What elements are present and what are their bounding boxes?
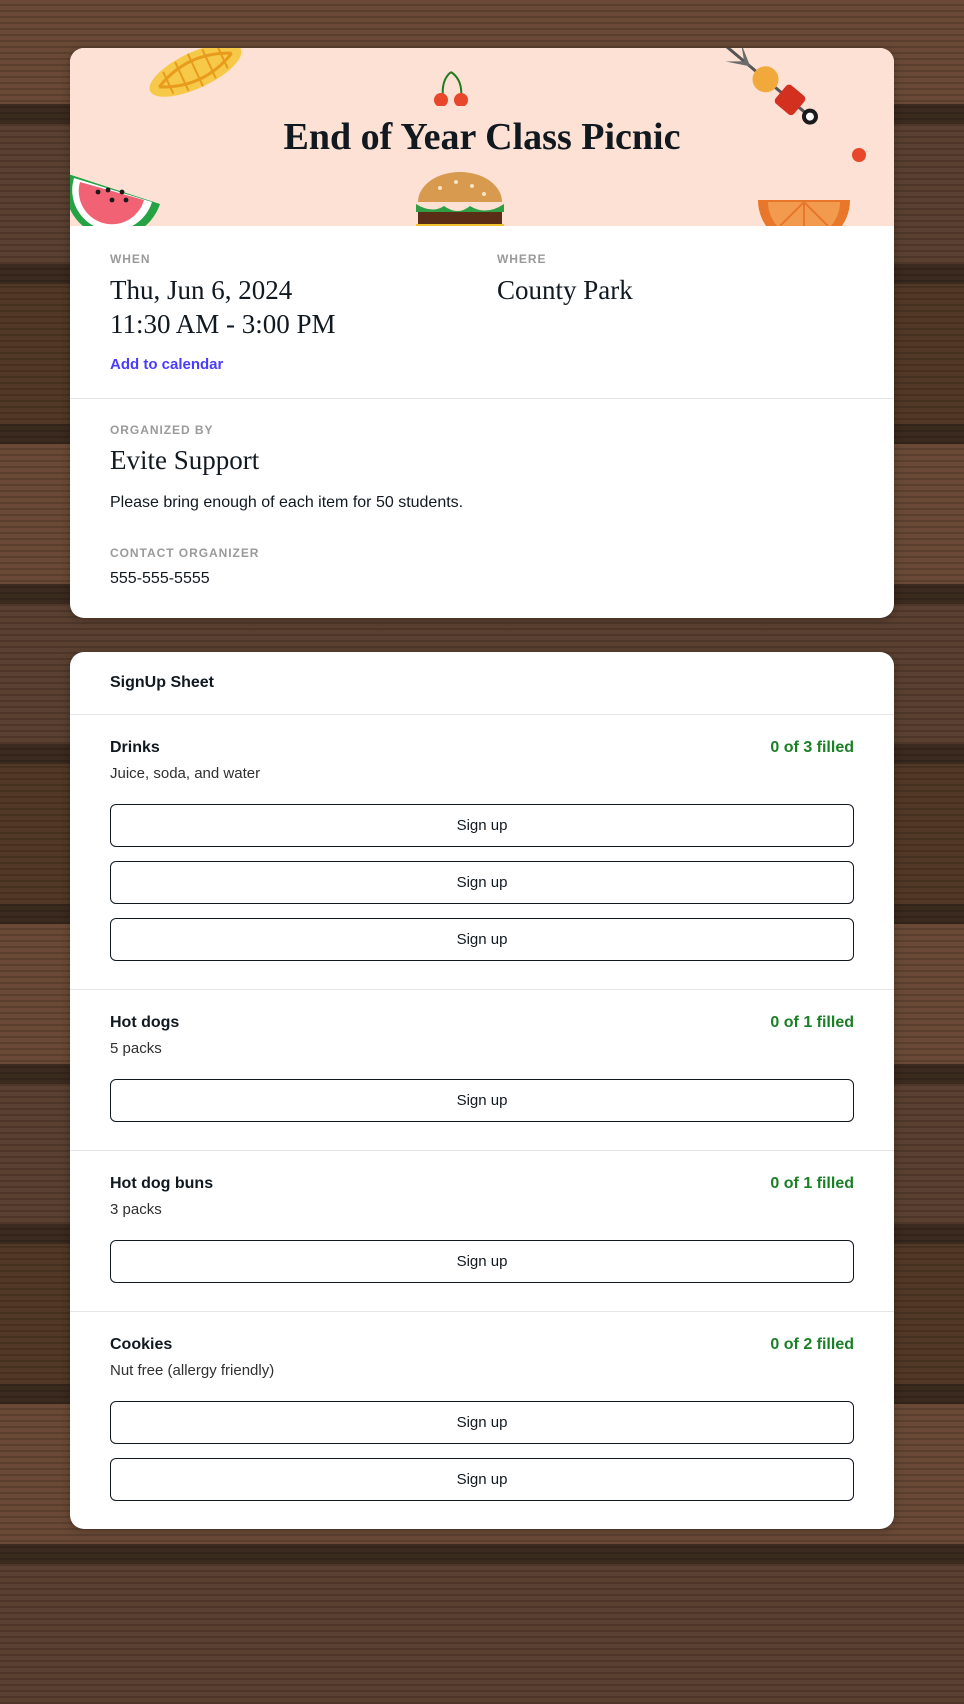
signup-items-container: Drinks 0 of 3 filled Juice, soda, and wate… [70,715,894,1529]
signup-item-fill-status: 0 of 2 filled [770,1336,854,1354]
signup-button[interactable]: Sign up [110,1079,854,1122]
cherries-icon [425,66,475,106]
signup-item-description: 5 packs [110,1040,854,1057]
where-label: WHERE [497,252,854,266]
signup-item-header: Cookies 0 of 2 filled [110,1336,854,1354]
signup-item: Hot dog buns 0 of 1 filled 3 packs Sign up [70,1151,894,1312]
when-label: WHEN [110,252,467,266]
organizer-block: ORGANIZED BY Evite Support Please bring … [70,399,894,618]
event-info-grid: WHEN Thu, Jun 6, 2024 11:30 AM - 3:00 PM… [70,226,894,398]
signup-item: Drinks 0 of 3 filled Juice, soda, and wate… [70,715,894,990]
signup-button[interactable]: Sign up [110,1401,854,1444]
signup-item-header: Hot dogs 0 of 1 filled [110,1014,854,1032]
event-title: End of Year Class Picnic [284,115,681,159]
signup-button[interactable]: Sign up [110,1458,854,1501]
signup-item-name: Drinks [110,739,160,757]
signup-button[interactable]: Sign up [110,804,854,847]
organized-by-label: ORGANIZED BY [110,423,854,437]
organizer-name: Evite Support [110,445,854,476]
tomato-dot-icon [852,148,866,162]
signup-item-description: 3 packs [110,1201,854,1218]
signup-item-fill-status: 0 of 1 filled [770,1175,854,1193]
signup-item: Hot dogs 0 of 1 filled 5 packs Sign up [70,990,894,1151]
signup-item-name: Hot dogs [110,1014,179,1032]
corn-icon [133,48,267,121]
signup-sheet-title: SignUp Sheet [70,652,894,715]
signup-button[interactable]: Sign up [110,1240,854,1283]
event-hero: End of Year Class Picnic [70,48,894,226]
add-to-calendar-link[interactable]: Add to calendar [110,356,223,373]
event-location: County Park [497,274,854,308]
event-note: Please bring enough of each item for 50 … [110,494,854,512]
signup-item-name: Cookies [110,1336,172,1354]
burger-icon [410,166,510,226]
signup-item-name: Hot dog buns [110,1175,213,1193]
event-date: Thu, Jun 6, 2024 [110,274,467,308]
when-block: WHEN Thu, Jun 6, 2024 11:30 AM - 3:00 PM… [110,252,467,374]
watermelon-icon [70,144,174,226]
signup-item-fill-status: 0 of 3 filled [770,739,854,757]
signup-item-description: Nut free (allergy friendly) [110,1362,854,1379]
event-card: End of Year Class Picnic WHEN Thu, Jun 6… [70,48,894,618]
contact-phone: 555-555-5555 [110,570,854,588]
event-time: 11:30 AM - 3:00 PM [110,308,467,342]
signup-item-header: Hot dog buns 0 of 1 filled [110,1175,854,1193]
where-block: WHERE County Park [497,252,854,374]
signup-item: Cookies 0 of 2 filled Nut free (allergy fr… [70,1312,894,1529]
signup-item-fill-status: 0 of 1 filled [770,1014,854,1032]
signup-button[interactable]: Sign up [110,918,854,961]
skewer-icon [698,48,831,138]
contact-label: CONTACT ORGANIZER [110,546,854,560]
signup-item-header: Drinks 0 of 3 filled [110,739,854,757]
signup-item-description: Juice, soda, and water [110,765,854,782]
signup-sheet-card: SignUp Sheet Drinks 0 of 3 filled Juice, s… [70,652,894,1529]
signup-button[interactable]: Sign up [110,861,854,904]
orange-slice-icon [754,196,854,226]
